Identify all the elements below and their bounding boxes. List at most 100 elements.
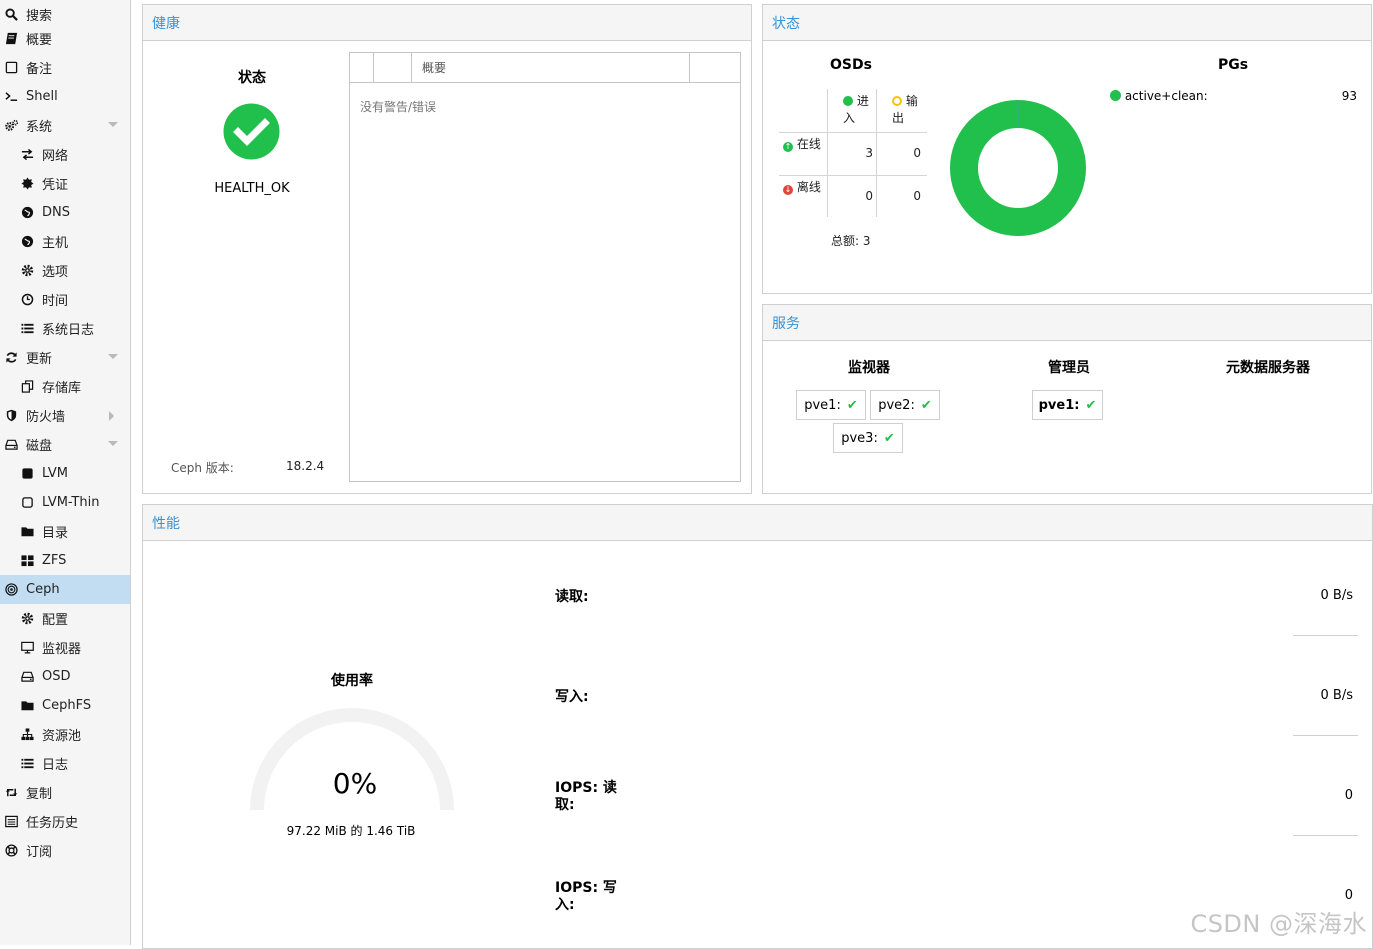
health-panel-title: 健康 bbox=[143, 5, 751, 41]
chevron-down-icon[interactable] bbox=[108, 354, 118, 359]
sidebar-item-syslog[interactable]: 系统日志 bbox=[0, 314, 130, 343]
hdd-icon bbox=[4, 438, 18, 452]
sidebar-item-shell[interactable]: Shell bbox=[0, 82, 130, 111]
monitor-chip-pve3[interactable]: pve3:✔ bbox=[833, 423, 903, 453]
sidebar-item-ceph-config[interactable]: 配置 bbox=[0, 604, 130, 633]
grid-icon bbox=[20, 554, 34, 568]
osd-row-up: ↑ 在线 bbox=[783, 136, 823, 153]
usage-percent: 0% bbox=[295, 767, 415, 800]
globe-icon bbox=[20, 235, 34, 249]
sidebar-item-ceph-pools[interactable]: 资源池 bbox=[0, 720, 130, 749]
grid-col-severity[interactable] bbox=[350, 53, 374, 82]
osd-col-out: 输出 bbox=[892, 93, 922, 127]
sidebar-item-firewall[interactable]: 防火墙 bbox=[0, 401, 130, 430]
sidebar-item-cephfs[interactable]: CephFS bbox=[0, 691, 130, 720]
terminal-icon bbox=[4, 90, 18, 104]
sidebar-item-directory[interactable]: 目录 bbox=[0, 517, 130, 546]
cogs-icon bbox=[4, 119, 18, 133]
sidebar-item-options[interactable]: 选项 bbox=[0, 256, 130, 285]
support-icon bbox=[4, 844, 18, 858]
mds-heading: 元数据服务器 bbox=[1203, 357, 1333, 377]
no-warnings-text: 没有警告/错误 bbox=[360, 98, 436, 115]
health-summary-grid: 概要 没有警告/错误 bbox=[349, 52, 741, 482]
sidebar-item-label: 搜索 bbox=[26, 5, 52, 24]
sidebar-item-label: LVM-Thin bbox=[42, 495, 99, 510]
exchange-icon bbox=[20, 148, 34, 162]
sidebar-item-label: 磁盘 bbox=[26, 435, 52, 454]
sidebar-item-label: 订阅 bbox=[26, 841, 52, 860]
pg-donut-slice bbox=[964, 114, 1072, 222]
monitor-name: pve3: bbox=[841, 431, 878, 446]
check-circle-icon bbox=[223, 103, 280, 160]
chevron-down-icon[interactable] bbox=[108, 441, 118, 446]
sidebar-item-label: 主机 bbox=[42, 232, 68, 251]
grid-col-summary[interactable]: 概要 bbox=[412, 53, 690, 82]
osd-up-label: 在线 bbox=[797, 137, 821, 151]
sidebar-item-replication[interactable]: 复制 bbox=[0, 778, 130, 807]
osd-row-down: ↓ 离线 bbox=[783, 179, 823, 196]
list-icon bbox=[20, 322, 34, 336]
check-icon: ✔ bbox=[921, 398, 932, 413]
pgs-heading: PGs bbox=[1203, 57, 1263, 73]
sidebar-item-label: 目录 bbox=[42, 522, 68, 541]
folder-icon bbox=[20, 699, 34, 713]
osd-down-out-value: 0 bbox=[881, 188, 921, 205]
clock-icon bbox=[20, 293, 34, 307]
tasks-icon bbox=[4, 815, 18, 829]
gear-icon bbox=[20, 612, 34, 626]
sidebar-item-label: 配置 bbox=[42, 609, 68, 628]
sidebar-item-repositories[interactable]: 存储库 bbox=[0, 372, 130, 401]
sidebar-item-time[interactable]: 时间 bbox=[0, 285, 130, 314]
sidebar-item-lvm-thin[interactable]: LVM-Thin bbox=[0, 488, 130, 517]
iops-write-label: IOPS: 写入: bbox=[555, 880, 619, 914]
performance-panel: 性能 使用率 0% 97.22 MiB 的 1.46 TiB 读取: 0 B/s… bbox=[142, 504, 1373, 949]
sidebar-item-notes[interactable]: 备注 bbox=[0, 53, 130, 82]
iops-read-label: IOPS: 读取: bbox=[555, 780, 619, 814]
sidebar-item-system[interactable]: 系统 bbox=[0, 111, 130, 140]
sidebar-item-task-history[interactable]: 任务历史 bbox=[0, 807, 130, 836]
sidebar-item-ceph-log[interactable]: 日志 bbox=[0, 749, 130, 778]
sidebar-item-ceph-osd[interactable]: OSD bbox=[0, 662, 130, 691]
iops-write-value: 0 bbox=[1243, 888, 1353, 903]
sidebar-item-label: 复制 bbox=[26, 783, 52, 802]
monitor-chip-pve2[interactable]: pve2:✔ bbox=[870, 390, 940, 420]
iops-read-value: 0 bbox=[1243, 788, 1353, 803]
sidebar-item-updates[interactable]: 更新 bbox=[0, 343, 130, 372]
sidebar-item-network[interactable]: 网络 bbox=[0, 140, 130, 169]
osd-col-in: 进入 bbox=[843, 93, 873, 127]
sidebar-item-dns[interactable]: DNS bbox=[0, 198, 130, 227]
sidebar-item-ceph-monitor[interactable]: 监视器 bbox=[0, 633, 130, 662]
monitor-chip-pve1[interactable]: pve1:✔ bbox=[796, 390, 866, 420]
hdd-icon bbox=[20, 670, 34, 684]
square-icon bbox=[20, 467, 34, 481]
files-icon bbox=[20, 380, 34, 394]
sidebar-item-summary[interactable]: 概要 bbox=[0, 24, 130, 53]
manager-chip-pve1[interactable]: pve1:✔ bbox=[1032, 390, 1103, 420]
note-icon bbox=[4, 61, 18, 75]
read-label: 读取: bbox=[555, 589, 589, 606]
chevron-down-icon[interactable] bbox=[108, 586, 118, 591]
arrow-down-circle-icon: ↓ bbox=[783, 185, 793, 195]
chevron-down-icon[interactable] bbox=[108, 122, 118, 127]
osds-heading: OSDs bbox=[811, 57, 891, 73]
sidebar-item-label: 系统 bbox=[26, 116, 52, 135]
osd-down-label: 离线 bbox=[797, 180, 821, 194]
sidebar-item-subscription[interactable]: 订阅 bbox=[0, 836, 130, 865]
sidebar-item-label: 网络 bbox=[42, 145, 68, 164]
sidebar-item-label: 监视器 bbox=[42, 638, 81, 657]
status-panel: 状态 OSDs 进入 输出 ↑ 在线 ↓ 离线 3 0 0 0 总额: 3 PG… bbox=[762, 4, 1372, 294]
chevron-right-icon[interactable] bbox=[109, 411, 114, 421]
sidebar-item-hosts[interactable]: 主机 bbox=[0, 227, 130, 256]
sidebar-item-disks[interactable]: 磁盘 bbox=[0, 430, 130, 459]
pg-count-value: 93 bbox=[1323, 89, 1357, 103]
refresh-icon bbox=[4, 351, 18, 365]
ceph-version-value: 18.2.4 bbox=[286, 459, 324, 473]
sidebar-item-lvm[interactable]: LVM bbox=[0, 459, 130, 488]
sidebar-item-ceph[interactable]: Ceph bbox=[0, 575, 130, 604]
list-icon bbox=[20, 757, 34, 771]
grid-col-icon[interactable] bbox=[374, 53, 412, 82]
sidebar-item-certificates[interactable]: 凭证 bbox=[0, 169, 130, 198]
monitor-icon bbox=[20, 641, 34, 655]
health-status-text: HEALTH_OK bbox=[191, 181, 313, 196]
sidebar-item-zfs[interactable]: ZFS bbox=[0, 546, 130, 575]
